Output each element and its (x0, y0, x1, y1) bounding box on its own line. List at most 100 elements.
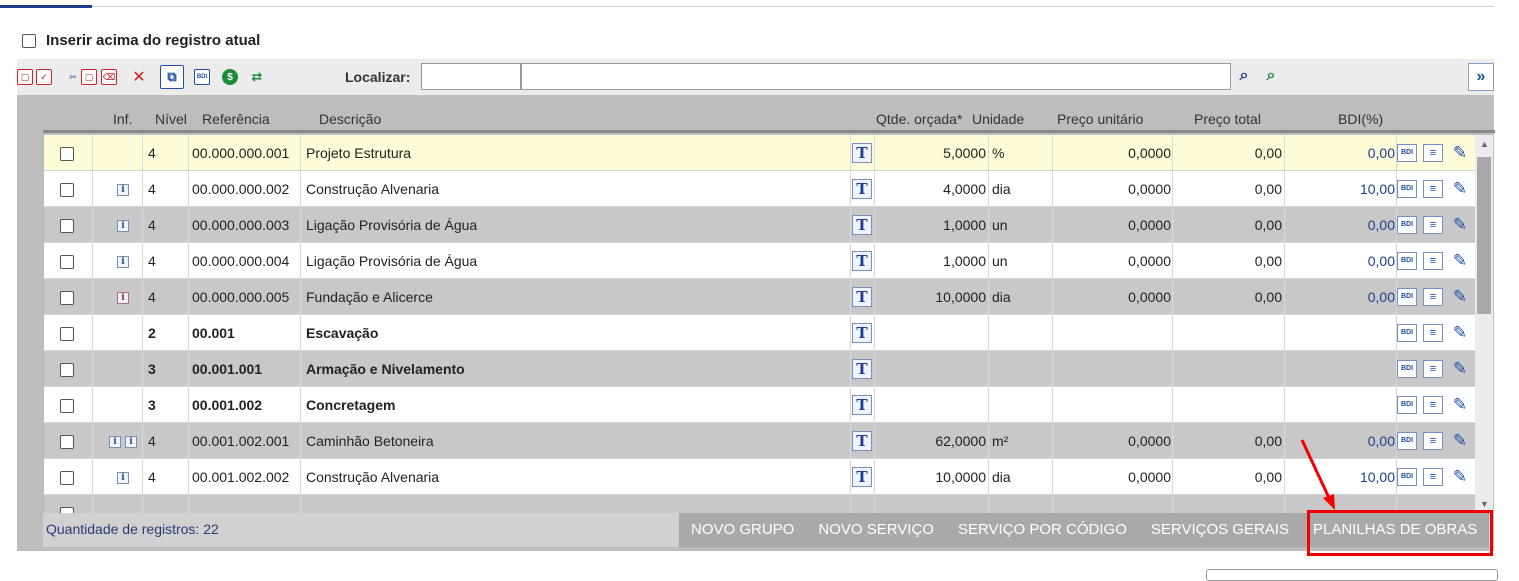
service-by-code-button[interactable]: SERVIÇO POR CÓDIGO (945, 513, 1139, 547)
bdi-button-icon[interactable]: BDI (1397, 396, 1417, 414)
table-row[interactable]: i 4 00.000.000.004 Ligação Provisória de… (44, 243, 1475, 279)
edit-pencil-icon[interactable]: ✎ (1449, 423, 1471, 459)
edit-pencil-icon[interactable]: ✎ (1449, 207, 1471, 243)
find-field-input[interactable] (421, 63, 521, 90)
info-icon[interactable]: i (117, 220, 129, 233)
table-row[interactable]: 3 00.001.001 Armação e Nivelamento T BDI… (44, 351, 1475, 387)
bdi-button-icon[interactable]: BDI (1397, 324, 1417, 342)
record-count-value: 22 (203, 521, 219, 537)
table-row[interactable]: i 4 00.000.000.003 Ligação Provisória de… (44, 207, 1475, 243)
bottom-action-button[interactable] (1206, 569, 1498, 581)
info-icon[interactable]: i (117, 184, 129, 197)
general-services-button[interactable]: SERVIÇOS GERAIS (1138, 513, 1301, 547)
bdi-button-icon[interactable]: BDI (1397, 180, 1417, 198)
binoculars-icon[interactable]: ⌕ (1233, 65, 1255, 87)
table-row[interactable]: 4 00.000.000.001 Projeto Estrutura T 5,0… (44, 135, 1475, 171)
binoculars-plus-icon[interactable]: ⌕ (1260, 65, 1282, 87)
row-checkbox[interactable] (60, 147, 74, 162)
edit-pencil-icon[interactable]: ✎ (1449, 315, 1471, 351)
grid-scrollbar[interactable]: ▲ ▼ (1475, 135, 1493, 513)
new-group-button[interactable]: NOVO GRUPO (679, 513, 807, 547)
duplicate-icon[interactable]: ⧉ (160, 65, 184, 89)
new-service-button[interactable]: NOVO SERVIÇO (806, 513, 946, 547)
find-text-input[interactable] (521, 63, 1231, 90)
info-icon[interactable]: i (109, 436, 121, 449)
row-total-price: 0,00 (1254, 433, 1282, 449)
collapse-chevron-icon[interactable]: » (1468, 63, 1494, 91)
copy-icon[interactable]: ▢ (17, 69, 33, 85)
text-icon[interactable]: T (852, 323, 872, 343)
edit-pencil-icon[interactable]: ✎ (1449, 279, 1471, 315)
cut-icon[interactable]: ✂ (65, 69, 81, 85)
bdi-button-icon[interactable]: BDI (1397, 288, 1417, 306)
edit-pencil-icon[interactable]: ✎ (1449, 243, 1471, 279)
bdi-button-icon[interactable]: BDI (1397, 216, 1417, 234)
text-icon[interactable]: T (852, 467, 872, 487)
list-icon[interactable]: ≡ (1423, 432, 1443, 450)
row-checkbox[interactable] (60, 435, 74, 450)
bdi-icon[interactable]: BDI (194, 69, 210, 85)
row-checkbox[interactable] (60, 219, 74, 234)
row-checkbox[interactable] (60, 363, 74, 378)
scroll-thumb[interactable] (1477, 157, 1491, 314)
scroll-up-icon[interactable]: ▲ (1480, 139, 1489, 149)
swap-icon[interactable]: ⇄ (249, 69, 265, 85)
scroll-down-icon[interactable]: ▼ (1480, 499, 1489, 509)
table-row[interactable]: i 4 00.000.000.005 Fundação e Alicerce T… (44, 279, 1475, 315)
bdi-button-icon[interactable]: BDI (1397, 144, 1417, 162)
text-icon[interactable]: T (852, 251, 872, 271)
bdi-button-icon[interactable]: BDI (1397, 432, 1417, 450)
text-icon[interactable]: T (852, 179, 872, 199)
edit-pencil-icon[interactable]: ✎ (1449, 387, 1471, 423)
row-checkbox[interactable] (60, 471, 74, 486)
list-icon[interactable]: ≡ (1423, 324, 1443, 342)
row-checkbox[interactable] (60, 327, 74, 342)
clear-icon[interactable]: ⌫ (101, 69, 117, 85)
table-row[interactable]: i 4 00.000.000.002 Construção Alvenaria … (44, 171, 1475, 207)
text-icon[interactable]: T (852, 395, 872, 415)
money-icon[interactable]: $ (222, 69, 238, 85)
bdi-button-icon[interactable]: BDI (1397, 360, 1417, 378)
toolbar: ▢ ✓ ✂ ▢ ⌫ ✕ ⧉ BDI $ ⇄ Localizar: ⌕ ⌕ » (17, 59, 1494, 95)
edit-pencil-icon[interactable]: ✎ (1449, 171, 1471, 207)
row-checkbox-cell (60, 243, 74, 279)
info-icon[interactable]: i (117, 472, 129, 485)
list-icon[interactable]: ≡ (1423, 468, 1443, 486)
list-icon[interactable]: ≡ (1423, 396, 1443, 414)
paste-icon[interactable]: ▢ (81, 69, 97, 85)
text-icon[interactable]: T (852, 431, 872, 451)
text-icon[interactable]: T (852, 215, 872, 235)
delete-icon[interactable]: ✕ (131, 69, 147, 86)
info-icon[interactable]: i (117, 256, 129, 269)
column-separator (850, 387, 851, 423)
insert-above-checkbox[interactable] (22, 33, 36, 48)
bdi-button-icon[interactable]: BDI (1397, 252, 1417, 270)
col-unit-price: Preço unitário (1057, 111, 1144, 127)
info-icon[interactable]: i (117, 292, 129, 305)
table-row[interactable]: 3 00.001.002 Concretagem T BDI ≡ ✎ (44, 387, 1475, 423)
edit-pencil-icon[interactable]: ✎ (1449, 459, 1471, 495)
row-checkbox[interactable] (60, 255, 74, 270)
row-checkbox[interactable] (60, 291, 74, 306)
bdi-button-icon[interactable]: BDI (1397, 468, 1417, 486)
list-icon[interactable]: ≡ (1423, 144, 1443, 162)
text-icon[interactable]: T (852, 143, 872, 163)
row-checkbox[interactable] (60, 183, 74, 198)
list-icon[interactable]: ≡ (1423, 288, 1443, 306)
table-row[interactable]: ii 4 00.001.002.001 Caminhão Betoneira T… (44, 423, 1475, 459)
list-icon[interactable]: ≡ (1423, 252, 1443, 270)
list-icon[interactable]: ≡ (1423, 360, 1443, 378)
text-icon[interactable]: T (852, 287, 872, 307)
edit-pencil-icon[interactable]: ✎ (1449, 351, 1471, 387)
text-icon[interactable]: T (852, 359, 872, 379)
row-checkbox[interactable] (60, 399, 74, 414)
info-icon[interactable]: i (125, 436, 137, 449)
table-row[interactable]: i 4 00.001.002.002 Construção Alvenaria … (44, 459, 1475, 495)
list-icon[interactable]: ≡ (1423, 180, 1443, 198)
select-all-icon[interactable]: ✓ (36, 69, 52, 85)
table-row[interactable]: 2 00.001 Escavação T BDI ≡ ✎ (44, 315, 1475, 351)
insert-above-option[interactable]: Inserir acima do registro atual (22, 32, 260, 49)
list-icon[interactable]: ≡ (1423, 216, 1443, 234)
table-row[interactable] (44, 495, 1475, 513)
edit-pencil-icon[interactable]: ✎ (1449, 135, 1471, 171)
